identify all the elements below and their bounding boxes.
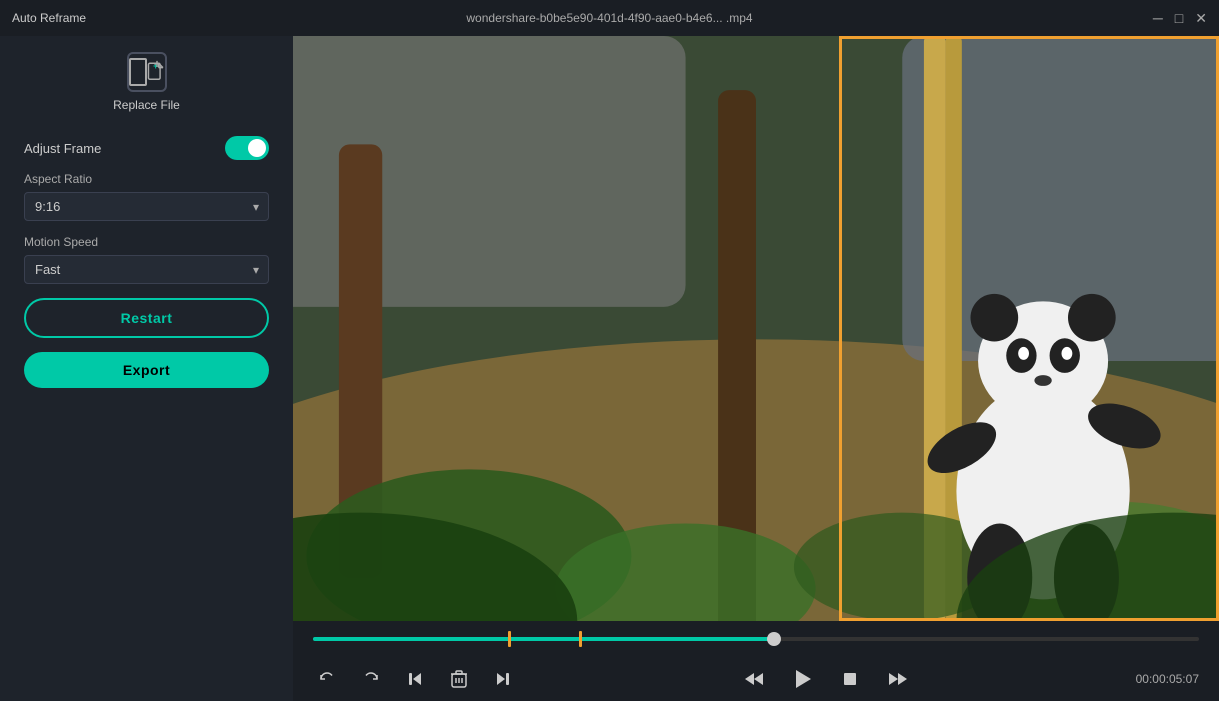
- replace-file-button[interactable]: + Replace File: [24, 52, 269, 112]
- timeline-track[interactable]: [313, 637, 1199, 641]
- titlebar: Auto Reframe wondershare-b0be5e90-401d-4…: [0, 0, 1219, 36]
- stop-button[interactable]: [836, 665, 864, 693]
- timestamp-display: 00:00:05:07: [1136, 672, 1199, 686]
- timeline-thumb[interactable]: [767, 632, 781, 646]
- replace-file-label: Replace File: [113, 98, 180, 112]
- step-back-button[interactable]: [740, 665, 768, 693]
- restart-button[interactable]: Restart: [24, 298, 269, 338]
- timeline-in-marker: [508, 631, 511, 647]
- adjust-frame-toggle[interactable]: [225, 136, 269, 160]
- timeline-row: [313, 621, 1199, 657]
- main-layout: + Replace File Adjust Frame Aspect Ratio…: [0, 36, 1219, 701]
- aspect-ratio-label: Aspect Ratio: [24, 172, 269, 186]
- controls-bar: 00:00:05:07: [293, 621, 1219, 701]
- motion-speed-select[interactable]: Slow Normal Fast: [24, 255, 269, 284]
- video-area: 00:00:05:07: [293, 36, 1219, 701]
- aspect-ratio-select[interactable]: 9:16 16:9 1:1 4:3 3:4: [24, 192, 269, 221]
- window-controls: ─ □ ✕: [1107, 11, 1207, 25]
- playback-row: 00:00:05:07: [313, 657, 1199, 701]
- left-controls: [313, 665, 517, 693]
- adjust-frame-label: Adjust Frame: [24, 141, 101, 156]
- play-button[interactable]: [788, 665, 816, 693]
- app-title: Auto Reframe: [12, 11, 112, 25]
- step-forward-button[interactable]: [884, 665, 912, 693]
- video-canvas: [293, 36, 1219, 621]
- redo-button[interactable]: [357, 665, 385, 693]
- maximize-button[interactable]: □: [1175, 11, 1183, 25]
- motion-speed-label: Motion Speed: [24, 235, 269, 249]
- timeline-progress: [313, 637, 774, 641]
- adjust-frame-row: Adjust Frame: [24, 136, 269, 160]
- next-frame-button[interactable]: [489, 665, 517, 693]
- video-background: [293, 36, 1219, 621]
- motion-speed-wrapper: Slow Normal Fast: [24, 255, 269, 284]
- export-button[interactable]: Export: [24, 352, 269, 388]
- reframe-box: [839, 36, 1219, 621]
- center-controls: [517, 665, 1136, 693]
- delete-button[interactable]: [445, 665, 473, 693]
- timestamp: 00:00:05:07: [1136, 672, 1199, 686]
- prev-frame-button[interactable]: [401, 665, 429, 693]
- file-title: wondershare-b0be5e90-401d-4f90-aae0-b4e6…: [112, 11, 1107, 25]
- replace-file-icon: +: [127, 52, 167, 92]
- timeline-out-marker: [579, 631, 582, 647]
- svg-text:+: +: [153, 61, 158, 71]
- minimize-button[interactable]: ─: [1153, 11, 1163, 25]
- close-button[interactable]: ✕: [1195, 11, 1207, 25]
- sidebar: + Replace File Adjust Frame Aspect Ratio…: [0, 36, 293, 701]
- undo-button[interactable]: [313, 665, 341, 693]
- aspect-ratio-wrapper: 9:16 16:9 1:1 4:3 3:4: [24, 192, 269, 221]
